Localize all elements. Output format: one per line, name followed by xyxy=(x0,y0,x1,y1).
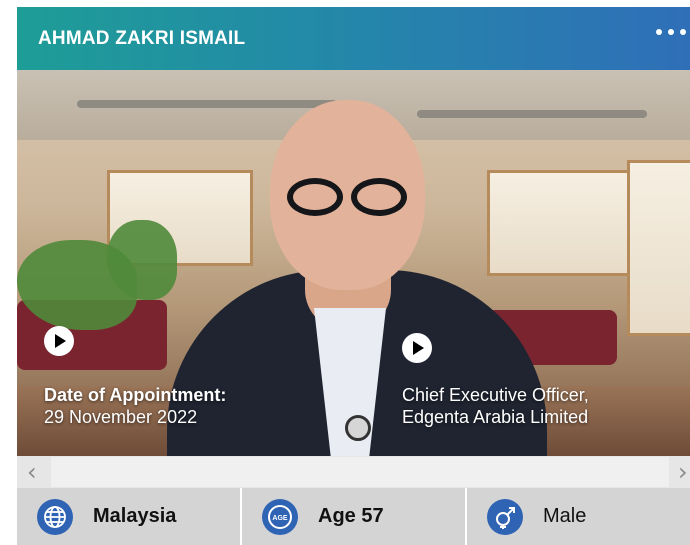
globe-icon xyxy=(37,498,73,535)
glasses-lens xyxy=(287,178,343,216)
role-caption: Chief Executive Officer, Edgenta Arabia … xyxy=(402,384,589,428)
ceiling-pipe xyxy=(417,110,647,118)
lapel-pin xyxy=(345,415,371,441)
profile-header: AHMAD ZAKRI ISMAIL xyxy=(17,7,690,70)
appointment-date: 29 November 2022 xyxy=(44,407,198,427)
stat-gender: Male xyxy=(467,488,690,545)
role-line-1: Chief Executive Officer, xyxy=(402,385,589,405)
horizontal-scrollbar[interactable]: ‹ › xyxy=(17,456,690,488)
nationality-value: Malaysia xyxy=(93,505,177,527)
dot xyxy=(668,29,674,35)
scrollbar-thumb[interactable] xyxy=(51,457,669,487)
glasses-lens xyxy=(351,178,407,216)
profile-card: AHMAD ZAKRI ISMAIL Date of Appointment: … xyxy=(17,7,690,545)
appointment-label: Date of Appointment: xyxy=(44,385,227,405)
dot xyxy=(656,29,662,35)
office-window xyxy=(487,170,643,276)
person-glasses xyxy=(279,178,419,218)
chevron-right-icon[interactable]: › xyxy=(678,458,688,486)
profile-name: AHMAD ZAKRI ISMAIL xyxy=(38,27,246,49)
age-value: Age 57 xyxy=(318,505,384,527)
profile-photo: Date of Appointment: 29 November 2022 Ch… xyxy=(17,70,690,456)
role-line-2: Edgenta Arabia Limited xyxy=(402,407,589,427)
office-window xyxy=(627,160,690,336)
profile-stats: Malaysia AGE Age 57 Male xyxy=(17,488,690,545)
more-dots-icon[interactable] xyxy=(656,29,686,35)
appointment-caption: Date of Appointment: 29 November 2022 xyxy=(44,384,226,428)
age-icon-text: AGE xyxy=(272,515,288,522)
ceiling-pipe xyxy=(77,100,337,108)
play-icon[interactable] xyxy=(44,326,74,356)
stat-age: AGE Age 57 xyxy=(242,488,465,545)
play-icon[interactable] xyxy=(402,333,432,363)
gender-icon xyxy=(487,498,523,535)
stat-nationality: Malaysia xyxy=(17,488,240,545)
age-icon: AGE xyxy=(262,498,298,535)
gender-value: Male xyxy=(543,505,587,527)
dot xyxy=(680,29,686,35)
chevron-left-icon[interactable]: ‹ xyxy=(27,458,37,486)
